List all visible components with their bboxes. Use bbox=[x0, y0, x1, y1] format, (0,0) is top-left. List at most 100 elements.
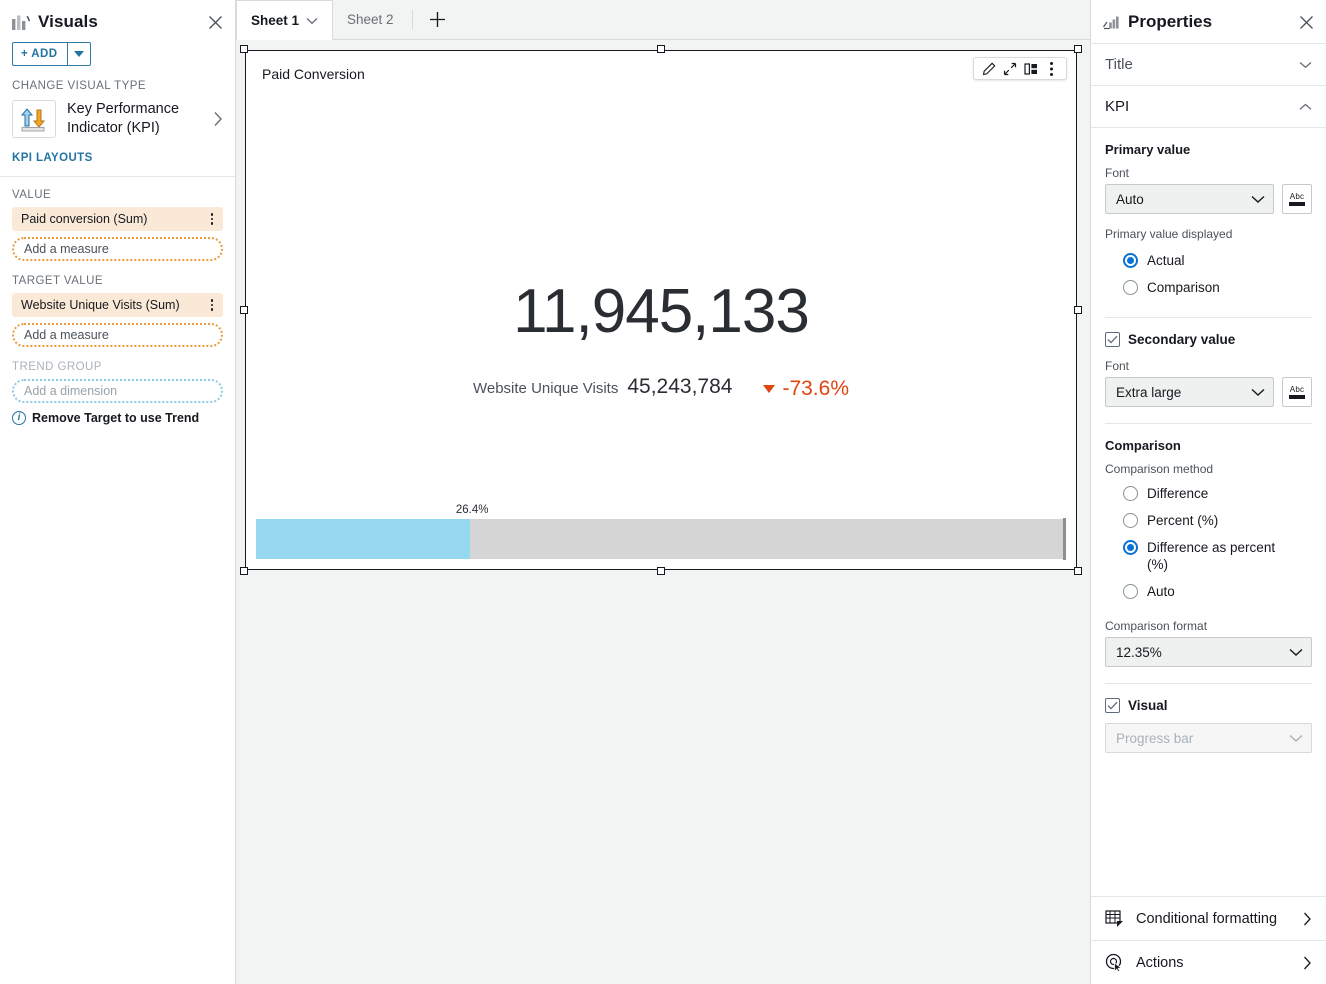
sheet-tab-bar: Sheet 1 Sheet 2 bbox=[236, 0, 1090, 40]
kpi-layouts-link[interactable]: KPI LAYOUTS bbox=[0, 142, 235, 176]
resize-handle-bottom-middle[interactable] bbox=[657, 567, 665, 575]
resize-handle-right-middle[interactable] bbox=[1074, 306, 1082, 314]
field-pill-label: Paid conversion (Sum) bbox=[21, 212, 205, 226]
panel-title: Visuals bbox=[38, 12, 98, 32]
drop-zone-trend-group[interactable]: Add a dimension bbox=[12, 379, 223, 403]
visual-checkbox-label: Visual bbox=[1128, 698, 1168, 713]
kpi-visual[interactable]: Paid Conversion bbox=[245, 50, 1077, 570]
visuals-panel: Visuals + ADD CHANGE VISUAL TYPE bbox=[0, 0, 236, 984]
chevron-right-icon bbox=[1303, 912, 1312, 926]
resize-handle-top-right[interactable] bbox=[1074, 45, 1082, 53]
drop-zone-value[interactable]: Add a measure bbox=[12, 237, 223, 261]
radio-label: Difference bbox=[1147, 485, 1208, 502]
trend-info-message: i Remove Target to use Trend bbox=[0, 405, 235, 425]
resize-handle-bottom-left[interactable] bbox=[240, 567, 248, 575]
caret-down-icon bbox=[74, 51, 84, 57]
sheet-tab-2[interactable]: Sheet 2 bbox=[333, 0, 408, 39]
field-pill-target-value[interactable]: Website Unique Visits (Sum) bbox=[12, 293, 223, 317]
properties-title: Properties bbox=[1128, 12, 1212, 32]
divider bbox=[1105, 423, 1312, 424]
chevron-down-icon bbox=[1289, 734, 1303, 743]
resize-handle-left-middle[interactable] bbox=[240, 306, 248, 314]
drop-zone-target-value[interactable]: Add a measure bbox=[12, 323, 223, 347]
secondary-font-label: Font bbox=[1105, 359, 1312, 373]
primary-font-value: Auto bbox=[1116, 192, 1251, 207]
visual-type-select-value: Progress bar bbox=[1116, 731, 1289, 746]
tab-separator bbox=[412, 10, 413, 29]
close-icon[interactable] bbox=[1299, 15, 1314, 30]
resize-handle-top-left[interactable] bbox=[240, 45, 248, 53]
visual-container[interactable]: Paid Conversion bbox=[245, 50, 1077, 570]
add-dropdown-button[interactable] bbox=[67, 42, 91, 66]
well-label-trend-group: TREND GROUP bbox=[0, 349, 235, 379]
properties-chart-icon bbox=[1103, 15, 1120, 30]
properties-scroll-area: Primary value Font Auto Abc Primary valu… bbox=[1091, 128, 1326, 896]
kpi-secondary-value: 45,243,784 bbox=[627, 375, 732, 399]
properties-panel-header: Properties bbox=[1091, 0, 1326, 44]
add-sheet-button[interactable] bbox=[417, 0, 458, 39]
color-swatch bbox=[1289, 395, 1305, 399]
progress-target-marker bbox=[1063, 518, 1066, 560]
accordion-title[interactable]: Title bbox=[1091, 44, 1326, 86]
primary-font-select[interactable]: Auto bbox=[1105, 184, 1274, 214]
kpi-delta-value: -73.6% bbox=[782, 377, 849, 401]
chevron-right-icon[interactable] bbox=[213, 111, 223, 127]
radio-label: Difference as percent (%) bbox=[1147, 539, 1277, 573]
conditional-formatting-row[interactable]: Conditional formatting bbox=[1091, 897, 1326, 941]
primary-value-displayed-label: Primary value displayed bbox=[1105, 227, 1312, 241]
radio-method-auto[interactable]: Auto bbox=[1105, 578, 1312, 605]
visual-type-selector[interactable]: Key Performance Indicator (KPI) bbox=[0, 98, 235, 142]
kpi-progress-area: 26.4% bbox=[256, 504, 1066, 559]
radio-method-difference-as-percent[interactable]: Difference as percent (%) bbox=[1105, 534, 1312, 578]
accordion-kpi-label: KPI bbox=[1105, 98, 1299, 115]
properties-panel: Properties Title KPI Primary value Font bbox=[1090, 0, 1326, 984]
properties-bottom-links: Conditional formatting Actions bbox=[1091, 896, 1326, 984]
sheet-tab-1[interactable]: Sheet 1 bbox=[236, 0, 333, 40]
comparison-method-label: Comparison method bbox=[1105, 462, 1312, 476]
chevron-down-icon[interactable] bbox=[306, 17, 318, 25]
conditional-formatting-label: Conditional formatting bbox=[1136, 911, 1291, 927]
secondary-font-select[interactable]: Extra large bbox=[1105, 377, 1274, 407]
radio-primary-actual[interactable]: Actual bbox=[1105, 247, 1312, 274]
primary-font-color-button[interactable]: Abc bbox=[1282, 184, 1312, 214]
well-label-value: VALUE bbox=[0, 177, 235, 207]
radio-method-difference[interactable]: Difference bbox=[1105, 480, 1312, 507]
conditional-formatting-icon bbox=[1105, 909, 1124, 928]
radio-icon bbox=[1123, 486, 1138, 501]
comparison-format-select[interactable]: 12.35% bbox=[1105, 637, 1312, 667]
secondary-value-label: Secondary value bbox=[1128, 332, 1235, 347]
chevron-down-icon bbox=[1289, 648, 1303, 657]
resize-handle-top-middle[interactable] bbox=[657, 45, 665, 53]
color-swatch bbox=[1289, 202, 1305, 206]
chevron-down-icon bbox=[1299, 61, 1312, 69]
divider bbox=[1105, 683, 1312, 684]
field-menu-icon[interactable] bbox=[205, 297, 219, 313]
add-button[interactable]: + ADD bbox=[12, 42, 67, 66]
progress-label-wrap: 26.4% bbox=[256, 504, 1066, 516]
resize-handle-bottom-right[interactable] bbox=[1074, 567, 1082, 575]
radio-method-percent[interactable]: Percent (%) bbox=[1105, 507, 1312, 534]
secondary-value-checkbox-row[interactable]: Secondary value bbox=[1105, 332, 1312, 347]
close-icon[interactable] bbox=[208, 15, 223, 30]
accordion-title-label: Title bbox=[1105, 56, 1299, 73]
progress-track bbox=[256, 519, 1066, 559]
chevron-right-icon bbox=[1303, 956, 1312, 970]
sheet-area: Sheet 1 Sheet 2 Paid Conversion bbox=[236, 0, 1090, 984]
radio-label: Comparison bbox=[1147, 279, 1220, 296]
radio-icon bbox=[1123, 280, 1138, 295]
field-menu-icon[interactable] bbox=[205, 211, 219, 227]
accordion-kpi[interactable]: KPI bbox=[1091, 86, 1326, 128]
visual-checkbox-row[interactable]: Visual bbox=[1105, 698, 1312, 713]
visual-type-select: Progress bar bbox=[1105, 723, 1312, 753]
radio-icon bbox=[1123, 540, 1138, 555]
actions-row[interactable]: Actions bbox=[1091, 941, 1326, 984]
radio-icon bbox=[1123, 584, 1138, 599]
comparison-format-label: Comparison format bbox=[1105, 619, 1312, 633]
radio-primary-comparison[interactable]: Comparison bbox=[1105, 274, 1312, 301]
progress-fill bbox=[256, 519, 470, 559]
kpi-secondary-row: Website Unique Visits 45,243,784 -73.6% bbox=[246, 375, 1076, 401]
secondary-font-color-button[interactable]: Abc bbox=[1282, 377, 1312, 407]
field-pill-value[interactable]: Paid conversion (Sum) bbox=[12, 207, 223, 231]
visual-type-label: Key Performance Indicator (KPI) bbox=[67, 100, 202, 138]
well-label-target-value: TARGET VALUE bbox=[0, 263, 235, 293]
